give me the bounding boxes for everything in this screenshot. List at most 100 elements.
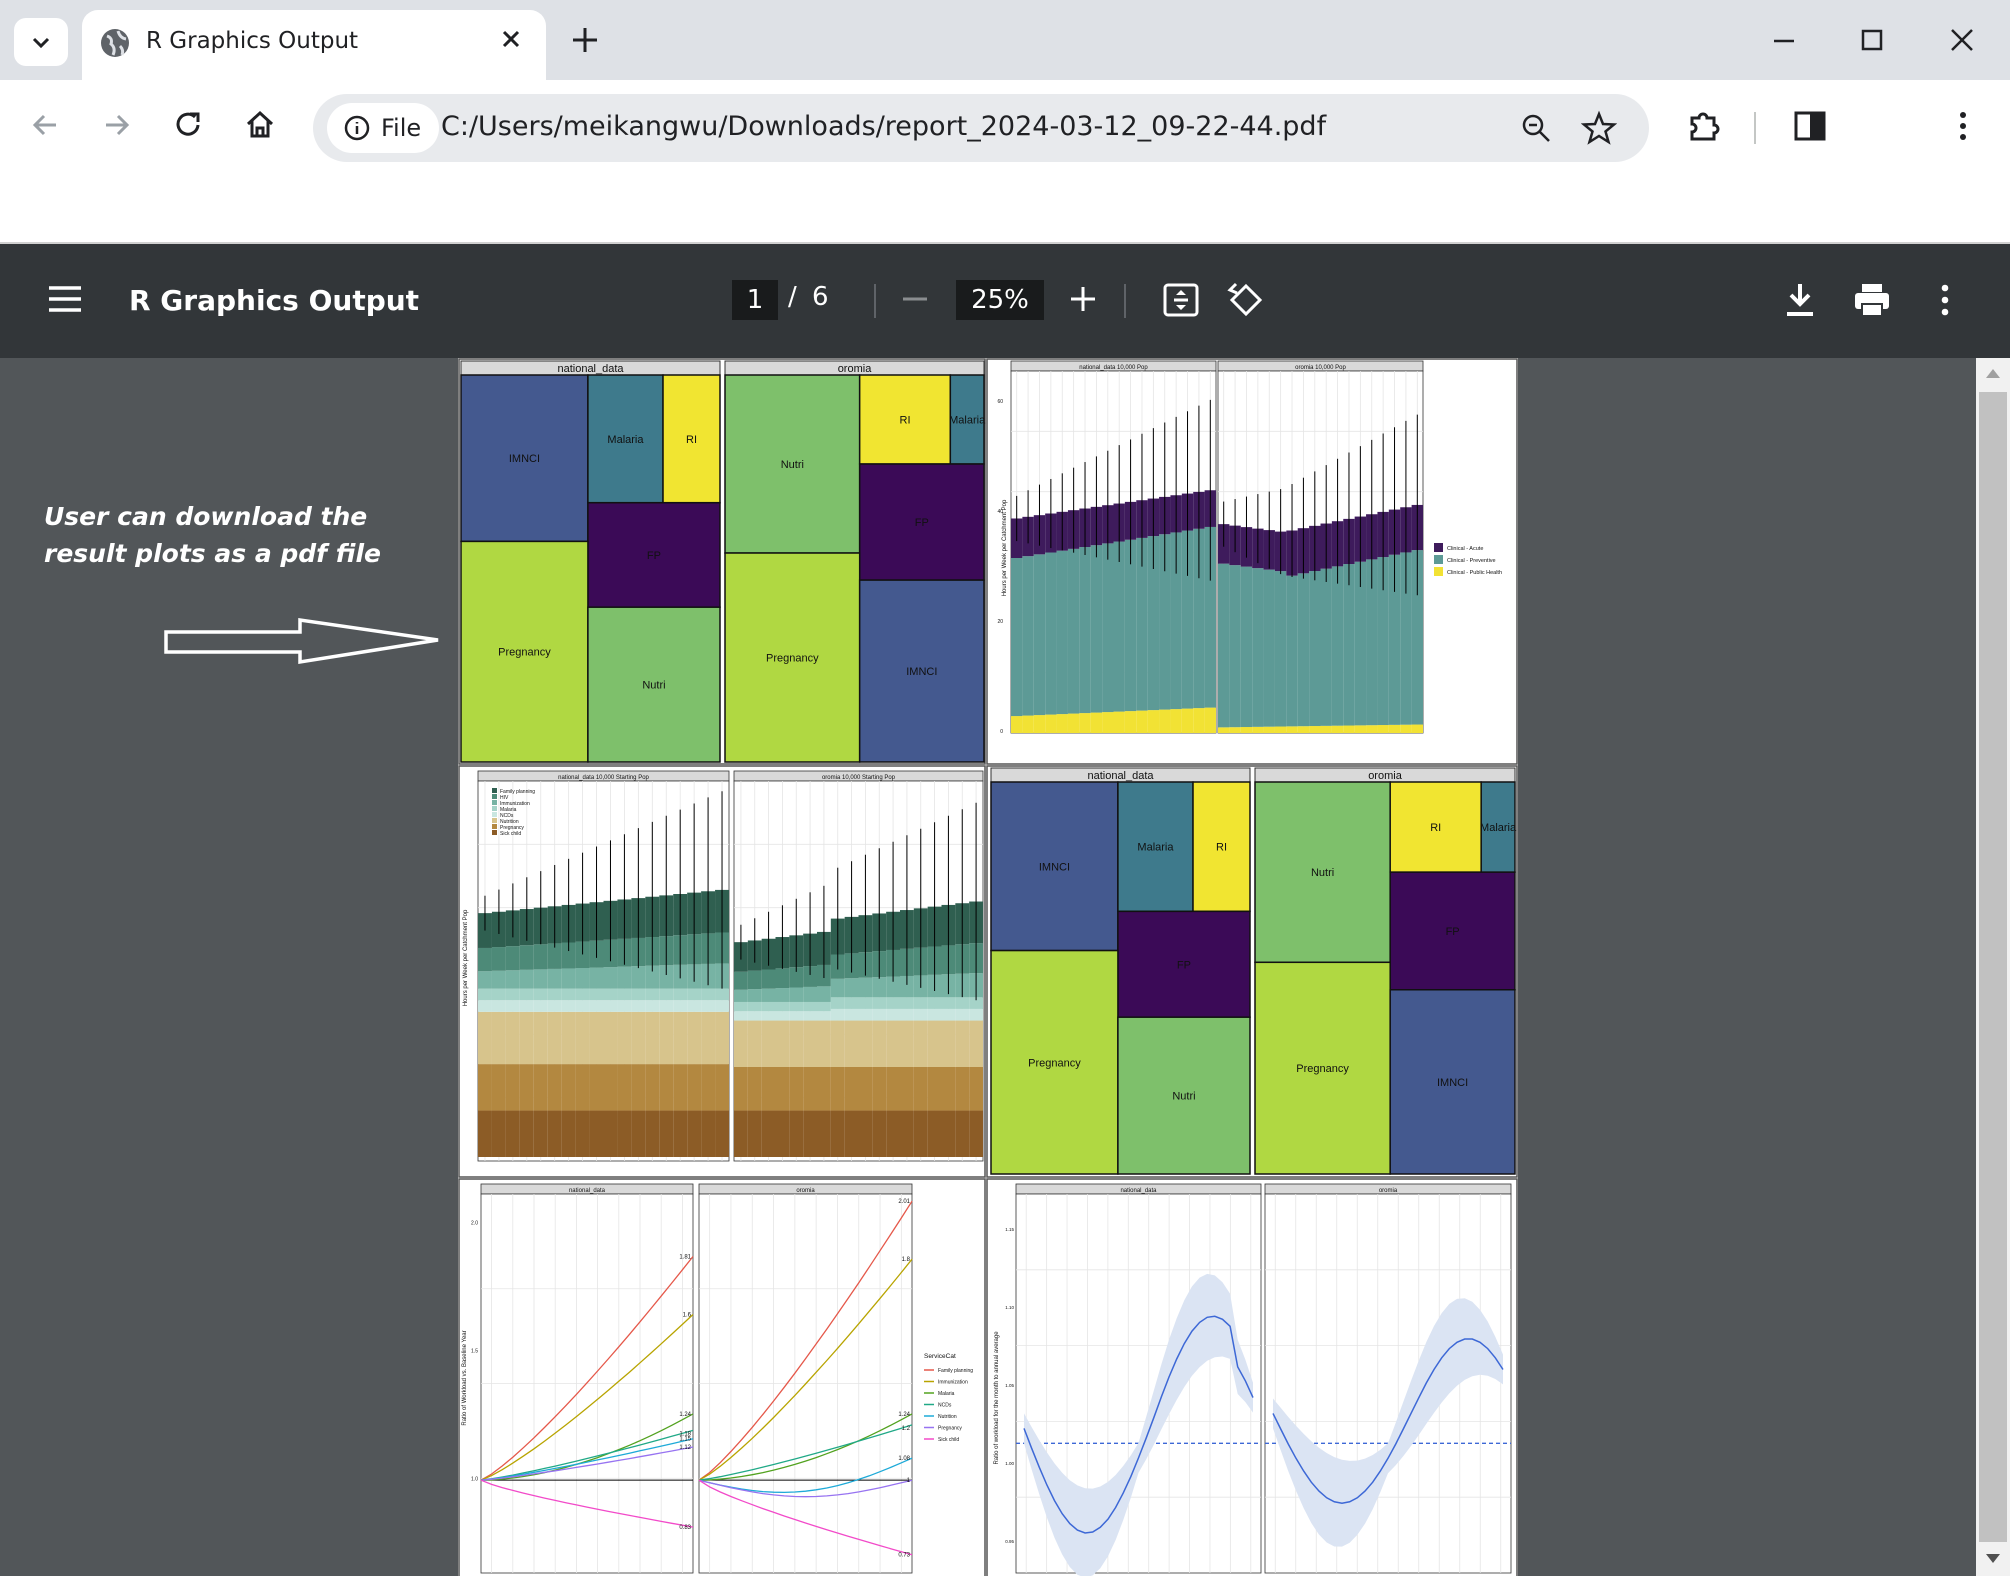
download-icon[interactable] <box>1782 280 1818 320</box>
browser-tab[interactable]: R Graphics Output <box>82 10 546 80</box>
plus-icon[interactable] <box>565 20 605 60</box>
stacked-bar-segment <box>631 966 646 989</box>
bar-preventive <box>1343 564 1355 726</box>
scroll-up-icon[interactable] <box>1984 366 2002 380</box>
pdf-toolbar: R Graphics Output 1 / 6 25% <box>0 244 2010 358</box>
stacked-bar-segment <box>603 1110 618 1157</box>
scrollbar[interactable] <box>1976 358 2010 1576</box>
end-label: 1.15 <box>679 1437 691 1443</box>
stacked-bar-segment <box>941 997 956 1009</box>
stacked-bar-segment <box>519 1011 534 1065</box>
bar-public-health <box>1124 711 1137 733</box>
back-arrow-icon[interactable] <box>26 105 66 145</box>
bookmark-star-icon[interactable] <box>1581 110 1617 146</box>
page-total: 6 <box>812 282 829 312</box>
annotation-line: result plots as a pdf file <box>44 539 381 568</box>
legend-label: Clinical - Acute <box>1447 546 1483 552</box>
stacked-bar-segment <box>491 1011 506 1065</box>
stacked-bar-segment <box>575 1064 590 1111</box>
maximize-icon[interactable] <box>1852 20 1892 60</box>
stacked-bar-segment <box>955 1008 970 1021</box>
side-panel-icon[interactable] <box>1790 106 1830 146</box>
page-number-input[interactable]: 1 <box>732 280 778 320</box>
legend-label: NCDs <box>938 1403 952 1409</box>
address-bar[interactable]: File C:/Users/meikangwu/Downloads/report… <box>313 94 1649 162</box>
stacked-bar-segment <box>659 988 674 1001</box>
stacked-bar-segment <box>830 978 845 998</box>
stacked-bar-segment <box>803 986 817 1002</box>
fit-page-icon[interactable] <box>1162 282 1200 318</box>
stacked-bar-segment <box>775 968 790 989</box>
stacked-bar-segment <box>969 1008 983 1021</box>
pdf-viewer[interactable]: User can download the result plots as a … <box>0 358 2010 1576</box>
stacked-bar-segment <box>533 969 548 989</box>
legend-label: Malaria <box>938 1391 955 1397</box>
bar-public-health <box>1045 714 1057 733</box>
stacked-bar-segment <box>505 1011 520 1065</box>
stacked-bar-segment <box>617 1110 632 1157</box>
stacked-bar-segment <box>659 1011 674 1065</box>
scrollbar-thumb[interactable] <box>1979 392 2007 1542</box>
bar-public-health <box>1113 711 1125 733</box>
print-icon[interactable] <box>1852 280 1892 320</box>
site-info-chip[interactable]: File <box>327 103 439 153</box>
stacked-bar-segment <box>872 997 887 1009</box>
stacked-bar-segment <box>561 1064 576 1111</box>
home-icon[interactable] <box>240 105 280 145</box>
bar-public-health <box>1343 725 1355 733</box>
y-tick-label: 0 <box>1000 729 1003 735</box>
bar-public-health <box>1263 726 1275 733</box>
treemap-cell-label: RI <box>1216 842 1227 854</box>
stacked-bar-segment <box>478 1110 492 1157</box>
bar-public-health <box>1309 726 1321 733</box>
rotate-icon[interactable] <box>1226 280 1266 320</box>
bar-public-health <box>1411 724 1423 733</box>
y-tick-label: 1.00 <box>1005 1461 1014 1466</box>
panel-bg <box>1264 1193 1512 1574</box>
stacked-bar-segment <box>761 1067 776 1111</box>
reload-icon[interactable] <box>168 105 208 145</box>
tab-search-button[interactable] <box>14 18 68 66</box>
plus-icon[interactable] <box>1066 282 1100 316</box>
treemap-cell-label: Malaria <box>607 434 644 446</box>
y-axis-label: Hours per Week per Catchment Pop <box>463 909 469 1006</box>
zoom-out-icon[interactable] <box>1519 111 1553 145</box>
legend-label: Nutrition <box>938 1414 957 1420</box>
browser-menu-icon[interactable] <box>1948 106 1978 146</box>
stacked-bar-segment <box>817 1011 831 1021</box>
forward-arrow-icon[interactable] <box>96 105 136 145</box>
stacked-bar-segment <box>761 988 776 1002</box>
bar-public-health <box>1204 707 1216 733</box>
minimize-icon[interactable] <box>1764 20 1804 60</box>
stacked-bar-segment <box>830 1067 845 1111</box>
bar-preventive <box>1252 568 1264 727</box>
extensions-icon[interactable] <box>1684 106 1724 146</box>
scroll-down-icon[interactable] <box>1984 1552 2002 1566</box>
stacked-bar-segment <box>927 997 942 1009</box>
close-icon[interactable] <box>496 24 526 54</box>
bar-public-health <box>1079 713 1091 733</box>
bar-public-health <box>1354 725 1367 733</box>
stacked-bar-segment <box>969 1020 983 1067</box>
arrow-right-icon <box>164 617 439 665</box>
bar-public-health <box>1102 712 1114 733</box>
treemap-cell-label: Nutri <box>1311 867 1334 879</box>
bar-public-health <box>1320 725 1332 733</box>
minus-icon[interactable] <box>898 282 932 316</box>
zoom-level-input[interactable]: 25% <box>956 280 1044 320</box>
pdf-page-canvas: national_data IMNCI Malaria RI FP Pregnancy Nu… <box>458 358 1518 1576</box>
stacked-bar-segment <box>734 1011 748 1021</box>
bar-preventive <box>1090 545 1103 713</box>
hamburger-menu-icon[interactable] <box>46 280 84 318</box>
tab-bar: R Graphics Output <box>0 0 2010 80</box>
y-tick-label: 40 <box>997 509 1003 515</box>
more-options-icon[interactable] <box>1930 280 1960 320</box>
bar-public-health <box>1067 713 1080 733</box>
stacked-bar-segment <box>645 1110 660 1157</box>
stacked-bar-segment <box>603 1000 618 1012</box>
window-close-icon[interactable] <box>1942 20 1982 60</box>
stacked-bar-segment <box>858 997 873 1009</box>
end-label: 0.73 <box>898 1553 910 1559</box>
stacked-bar-segment <box>900 1008 914 1021</box>
facet-label: oromia 10,000 Pop <box>1295 365 1346 371</box>
